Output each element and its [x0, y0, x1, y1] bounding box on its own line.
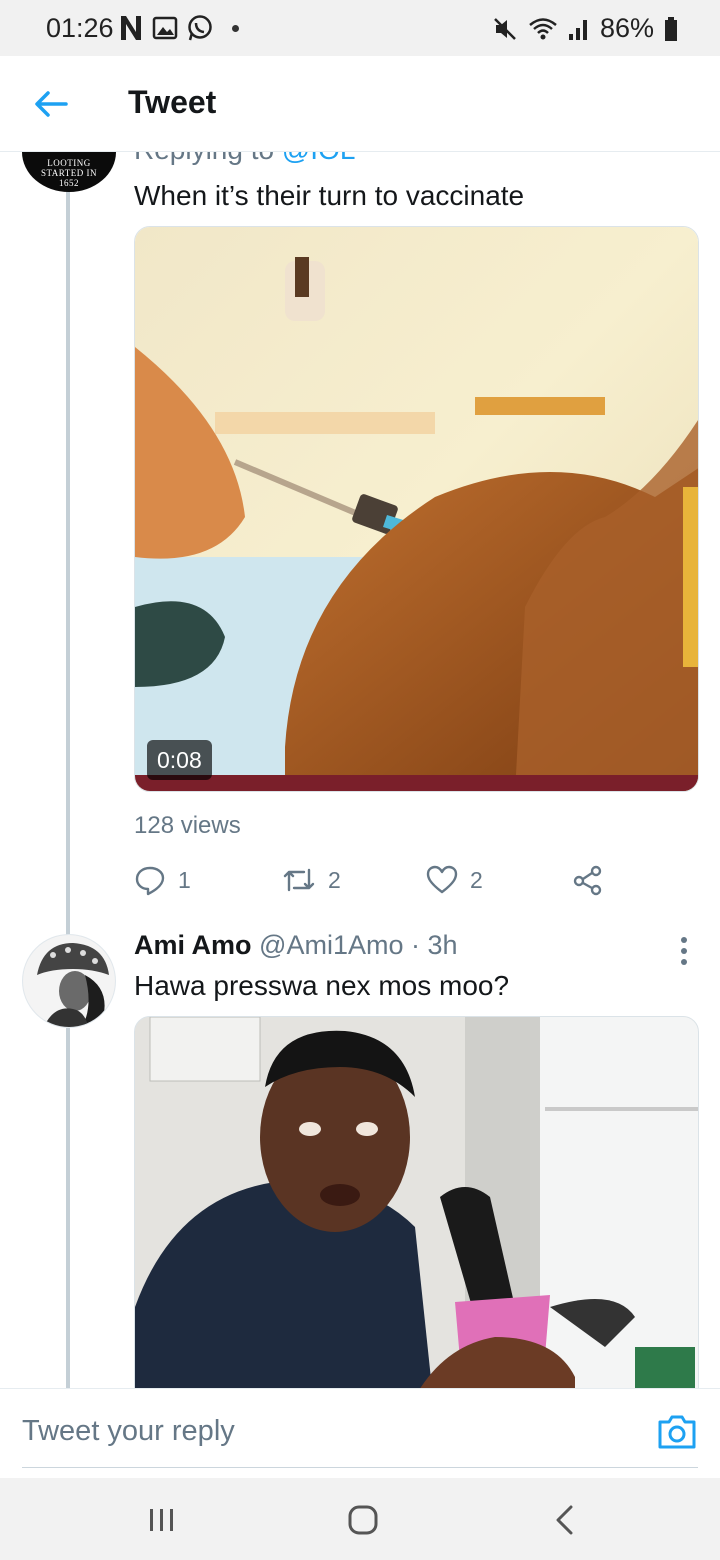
gallery-icon [152, 16, 178, 40]
reply-input[interactable]: Tweet your reply [22, 1415, 235, 1448]
retweet-button[interactable]: 2 [282, 864, 341, 896]
thread-line-2 [66, 1028, 70, 1388]
author-handle[interactable]: @Ami1Amo [259, 930, 403, 960]
view-count: 128 views [134, 812, 241, 839]
avatar[interactable]: LOOTING STARTED IN 1652 [22, 152, 116, 192]
replying-handle[interactable]: @IOL [282, 152, 356, 165]
media-thumbnail[interactable] [134, 1016, 699, 1388]
reply-bar: Tweet your reply [0, 1388, 720, 1478]
tweet-text: When it’s their turn to vaccinate [134, 180, 525, 211]
reply-button[interactable]: 1 [134, 864, 191, 896]
reply-count: 1 [178, 866, 191, 893]
page-title: Tweet [128, 84, 217, 120]
avatar[interactable] [22, 934, 116, 1028]
home-icon[interactable] [343, 1500, 383, 1540]
replying-to: Replying to @IOL [134, 152, 355, 166]
retweet-icon [283, 868, 315, 892]
battery-percent: 86% [599, 13, 654, 43]
status-left-icons [118, 14, 239, 42]
battery-icon [665, 16, 677, 41]
share-icon [573, 865, 602, 896]
author-name[interactable]: Ami Amo [134, 930, 252, 960]
like-button[interactable]: 2 [426, 864, 483, 896]
avatar-image [23, 935, 115, 1027]
system-navigation-bar [0, 1478, 720, 1560]
camera-icon[interactable] [656, 1411, 698, 1453]
notification-dot [232, 24, 239, 32]
wifi-icon [529, 17, 557, 39]
heart-icon [426, 865, 458, 894]
reply-icon [135, 866, 165, 896]
tweet-text: Hawa presswa nex mos moo? [134, 970, 510, 1001]
video-thumbnail[interactable] [134, 226, 699, 792]
mute-icon [494, 17, 516, 40]
netflix-n-icon [121, 16, 141, 40]
thread-line [66, 188, 70, 948]
share-button[interactable] [572, 864, 604, 896]
tweet-actions: 1 2 2 [134, 860, 614, 900]
status-time: 01:26 [46, 13, 114, 43]
like-count: 2 [470, 866, 483, 893]
more-options-icon[interactable] [676, 936, 692, 966]
retweet-count: 2 [328, 866, 341, 893]
status-bar: 01:26 86% [0, 0, 720, 56]
reply-input-underline [22, 1467, 698, 1468]
recent-apps-icon[interactable] [142, 1500, 182, 1540]
top-app-bar: Tweet [0, 56, 720, 152]
tweet-time: · 3h [411, 930, 458, 960]
video-frame-image [135, 227, 698, 791]
replying-label: Replying to [134, 152, 274, 165]
back-arrow-icon[interactable] [30, 84, 70, 124]
tweet-thread[interactable]: LOOTINGSTARTED IN1652 Replying to @IOL W… [0, 152, 720, 1388]
status-right: 86% [492, 13, 678, 44]
video-duration-badge: 0:08 [147, 740, 212, 780]
back-nav-icon[interactable] [545, 1500, 585, 1540]
tweet-author-row[interactable]: Ami Amo @Ami1Amo · 3h [134, 930, 458, 961]
media-image [135, 1017, 698, 1388]
signal-icon [568, 19, 587, 40]
whatsapp-icon [188, 15, 212, 41]
